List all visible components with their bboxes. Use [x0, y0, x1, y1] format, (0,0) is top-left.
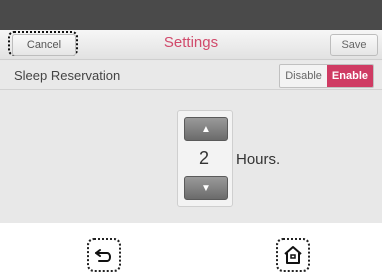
enable-option[interactable]: Enable	[326, 65, 373, 87]
decrease-hours-button[interactable]: ▼	[184, 176, 228, 200]
hours-value: 2	[198, 148, 209, 168]
sleep-reservation-label: Sleep Reservation	[14, 68, 121, 83]
triangle-up-icon: ▲	[201, 123, 211, 135]
back-arrow-icon	[95, 249, 111, 262]
sleep-reservation-toggle[interactable]: Disable Enable	[279, 64, 374, 88]
top-status-bar	[0, 0, 382, 30]
back-button[interactable]	[87, 238, 121, 272]
home-button[interactable]	[276, 238, 310, 272]
save-button[interactable]: Save	[330, 34, 378, 56]
disable-option[interactable]: Disable	[280, 65, 327, 87]
page-title: Settings	[163, 34, 219, 51]
hours-unit-label: Hours.	[236, 151, 281, 168]
triangle-down-icon: ▼	[201, 182, 211, 194]
home-icon	[284, 246, 302, 264]
increase-hours-button[interactable]: ▲	[184, 117, 228, 141]
